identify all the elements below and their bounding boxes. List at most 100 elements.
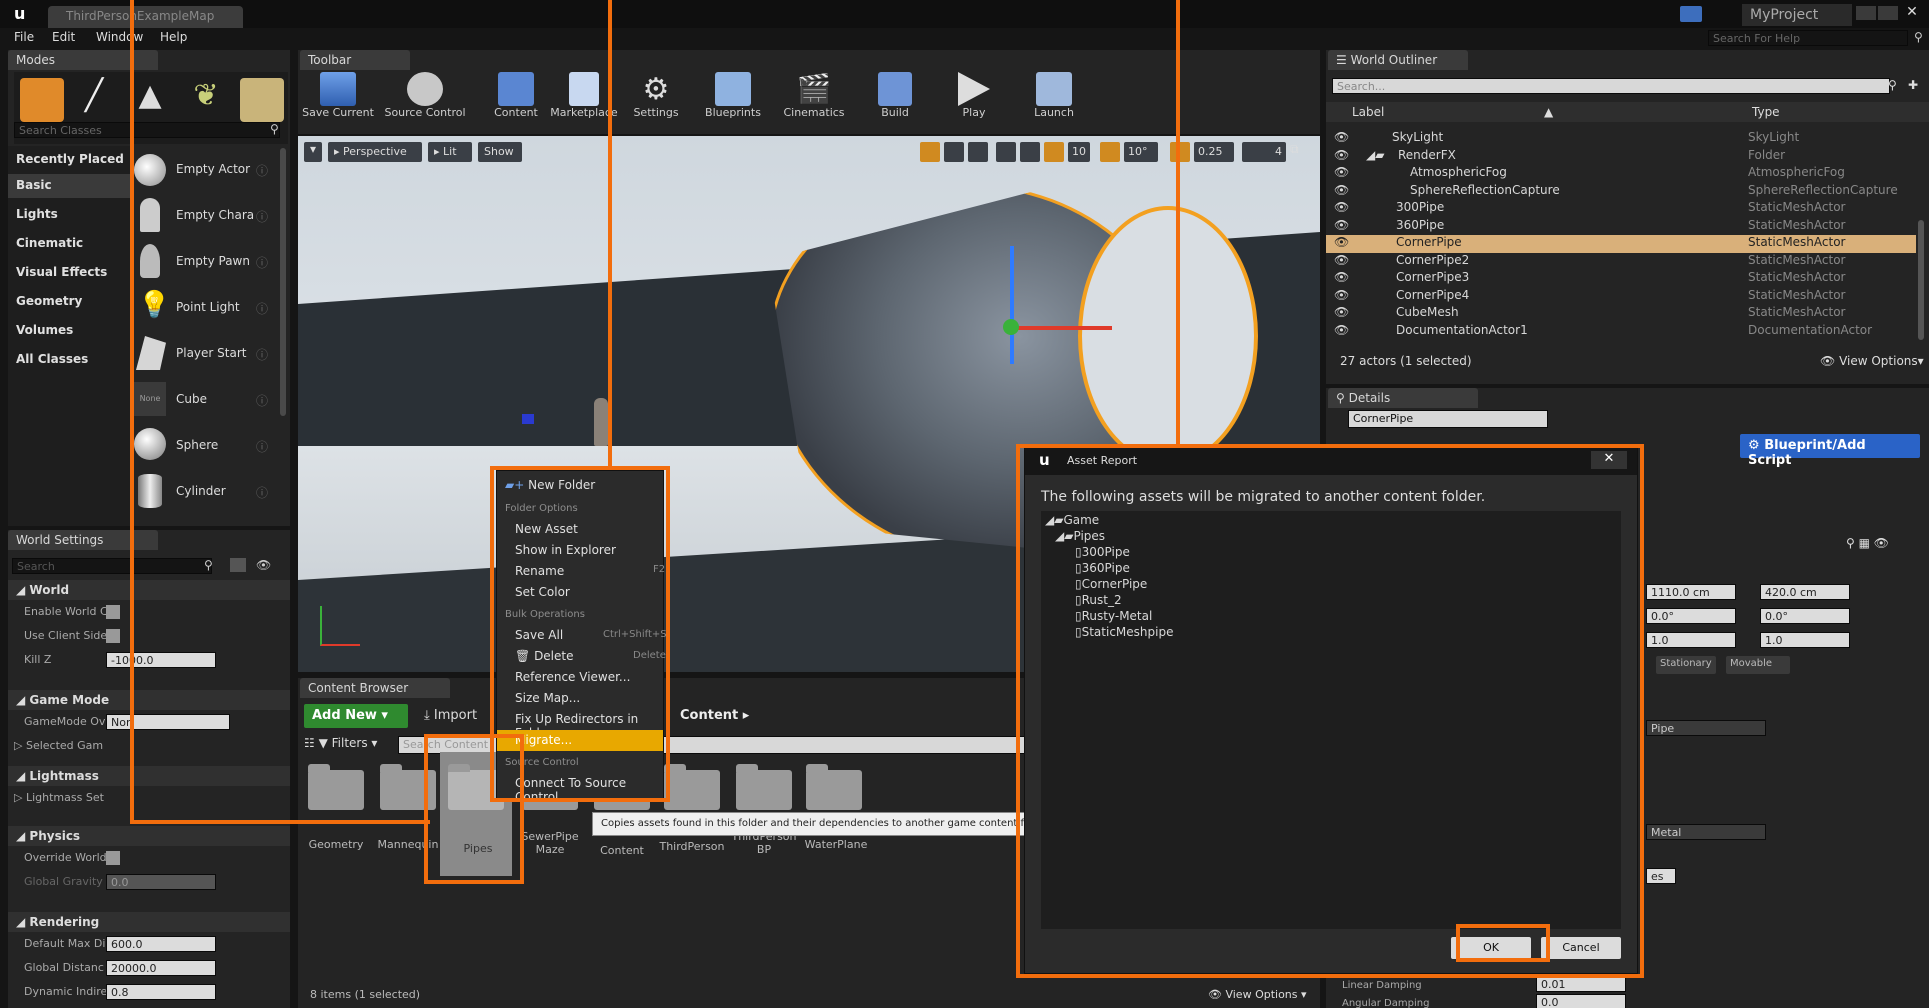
location-z-field[interactable]: 420.0 cm — [1760, 584, 1850, 600]
toolbar-tab[interactable]: Toolbar — [300, 50, 410, 70]
category-geometry[interactable]: Geometry — [16, 294, 82, 308]
path-breadcrumb[interactable]: Content ▸ — [680, 708, 749, 723]
translate-tool-icon[interactable] — [920, 142, 940, 162]
folder-thirdperson-bp[interactable] — [736, 764, 792, 810]
menu-file[interactable]: File — [14, 30, 34, 44]
section-lightmass[interactable]: ◢ Lightmass — [8, 766, 290, 786]
checkbox[interactable] — [106, 605, 120, 619]
checkbox[interactable] — [106, 629, 120, 643]
column-label[interactable]: Label — [1352, 105, 1384, 119]
gravity-field[interactable]: 0.0 — [106, 874, 216, 890]
global-distance-field[interactable]: 20000.0 — [106, 960, 216, 976]
row-lightmass-settings[interactable]: ▷ Lightmass Set — [8, 788, 290, 808]
launch-button[interactable]: Launch — [1026, 72, 1082, 132]
rotation-z-field[interactable]: 0.0° — [1760, 608, 1850, 624]
eye-icon[interactable]: 👁 — [1874, 536, 1889, 550]
outliner-row[interactable]: 👁 CubeMesh StaticMeshActor — [1326, 305, 1916, 323]
help-icon[interactable]: ⓘ — [256, 300, 268, 317]
landscape-mode-icon[interactable]: ▲ — [128, 78, 172, 122]
settings-button[interactable]: ⚙ Settings — [626, 72, 686, 132]
eye-icon[interactable]: 👁 — [1334, 183, 1349, 197]
linear-damping-field[interactable]: 0.01 — [1536, 976, 1626, 992]
eye-icon[interactable]: 👁 — [1334, 253, 1349, 267]
placeable-cylinder[interactable]: Cylinder ⓘ — [134, 472, 284, 512]
sort-icon[interactable]: ▲ — [1544, 105, 1553, 119]
gizmo-z-axis[interactable] — [1010, 246, 1014, 364]
menu-window[interactable]: Window — [96, 30, 143, 44]
category-recently-placed[interactable]: Recently Placed — [16, 152, 124, 166]
checkbox[interactable] — [106, 851, 120, 865]
modes-tab[interactable]: Modes — [8, 50, 158, 70]
outliner-view-options[interactable]: 👁 View Options▾ — [1820, 354, 1924, 368]
help-search-input[interactable]: Search For Help — [1708, 30, 1908, 46]
eye-icon[interactable]: 👁 — [1334, 323, 1349, 337]
gizmo-center[interactable] — [1003, 319, 1019, 335]
eye-icon[interactable]: 👁 — [1334, 288, 1349, 302]
placeable-sphere[interactable]: Sphere ⓘ — [134, 426, 284, 466]
section-game-mode[interactable]: ◢ Game Mode — [8, 690, 290, 710]
placeable-empty-pawn[interactable]: Empty Pawn ⓘ — [134, 242, 284, 282]
scale-tool-icon[interactable] — [968, 142, 988, 162]
close-button[interactable]: ✕ — [1900, 4, 1924, 22]
view-options-button[interactable]: 👁 View Options ▾ — [1208, 988, 1307, 1001]
perspective-button[interactable]: ▸ Perspective — [328, 142, 422, 162]
category-lights[interactable]: Lights — [16, 207, 58, 221]
help-search-icon[interactable]: ⚲ — [1914, 30, 1923, 44]
content-button[interactable]: Content — [488, 72, 544, 132]
grid-snap-value[interactable]: 10 — [1068, 142, 1090, 162]
category-cinematic[interactable]: Cinematic — [16, 236, 83, 250]
add-actor-icon[interactable]: ✚ — [1908, 78, 1918, 92]
outliner-scrollbar[interactable] — [1918, 220, 1924, 340]
place-mode-icon[interactable] — [20, 78, 64, 122]
outliner-row[interactable]: 👁 CornerPipe3 StaticMeshActor — [1326, 270, 1916, 288]
outliner-row[interactable]: 👁 CornerPipe2 StaticMeshActor — [1326, 253, 1916, 271]
maximize-button[interactable] — [1878, 6, 1898, 20]
outliner-row[interactable]: 👁 360Pipe StaticMeshActor — [1326, 218, 1916, 236]
world-outliner-tab[interactable]: ☰ World Outliner — [1328, 50, 1468, 70]
section-world[interactable]: ◢ World — [8, 580, 290, 600]
foliage-mode-icon[interactable]: ❦ — [184, 78, 228, 122]
outliner-row[interactable]: 👁 DocumentationActor1 DocumentationActor — [1326, 323, 1916, 341]
placeable-empty-actor[interactable]: Empty Actor ⓘ — [134, 150, 284, 190]
folder-geometry[interactable] — [308, 764, 364, 810]
help-icon[interactable]: ⓘ — [256, 162, 268, 179]
grid-snap-icon[interactable] — [1044, 142, 1064, 162]
paint-mode-icon[interactable]: ╱ — [72, 78, 116, 122]
folder-thirdperson[interactable] — [664, 764, 720, 810]
category-visual-effects[interactable]: Visual Effects — [16, 265, 107, 279]
rotation-y-field[interactable]: 0.0° — [1646, 608, 1736, 624]
rotation-snap-value[interactable]: 10° — [1124, 142, 1158, 162]
outliner-row-selected[interactable]: 👁 CornerPipe StaticMeshActor — [1326, 235, 1916, 253]
gizmo-x-axis[interactable] — [1012, 326, 1112, 330]
eye-icon[interactable]: 👁 — [1334, 130, 1349, 144]
mobility-movable[interactable]: Movable — [1726, 656, 1790, 674]
eye-icon[interactable]: 👁 — [1334, 218, 1349, 232]
search-classes-input[interactable]: Search Classes — [14, 122, 280, 138]
filters-button[interactable]: ☷ ▼ Filters ▾ — [304, 736, 377, 750]
scale-snap-value[interactable]: 0.25 — [1194, 142, 1234, 162]
show-button[interactable]: Show — [478, 142, 522, 162]
eye-icon[interactable]: 👁 — [1334, 270, 1349, 284]
menu-edit[interactable]: Edit — [52, 30, 75, 44]
grid-view-icon[interactable]: ▦ — [1859, 536, 1870, 550]
help-icon[interactable]: ⓘ — [256, 392, 268, 409]
build-button[interactable]: Build — [870, 72, 920, 132]
gamemode-select[interactable]: Non — [106, 714, 230, 730]
lit-button[interactable]: ▸ Lit — [428, 142, 472, 162]
eye-icon[interactable]: 👁 — [1334, 148, 1349, 162]
search-icon[interactable]: ⚲ — [204, 558, 213, 572]
kill-z-field[interactable]: -1000.0 — [106, 652, 216, 668]
mobility-stationary[interactable]: Stationary — [1656, 656, 1716, 674]
max-distance-field[interactable]: 600.0 — [106, 936, 216, 952]
eye-icon[interactable]: 👁 — [1334, 200, 1349, 214]
outliner-row[interactable]: 👁 300Pipe StaticMeshActor — [1326, 200, 1916, 218]
scale-z-field[interactable]: 1.0 — [1760, 632, 1850, 648]
level-tab[interactable]: ThirdPersonExampleMap — [48, 6, 243, 28]
blueprint-add-script-button[interactable]: ⚙ Blueprint/Add Script — [1740, 434, 1920, 468]
light-actor-icon[interactable] — [522, 414, 534, 424]
scale-y-field[interactable]: 1.0 — [1646, 632, 1736, 648]
import-button[interactable]: ⤓ Import — [420, 704, 500, 728]
eye-icon[interactable]: 👁 — [256, 558, 271, 572]
character-figure[interactable] — [594, 398, 608, 446]
placeable-player-start[interactable]: Player Start ⓘ — [134, 334, 284, 374]
